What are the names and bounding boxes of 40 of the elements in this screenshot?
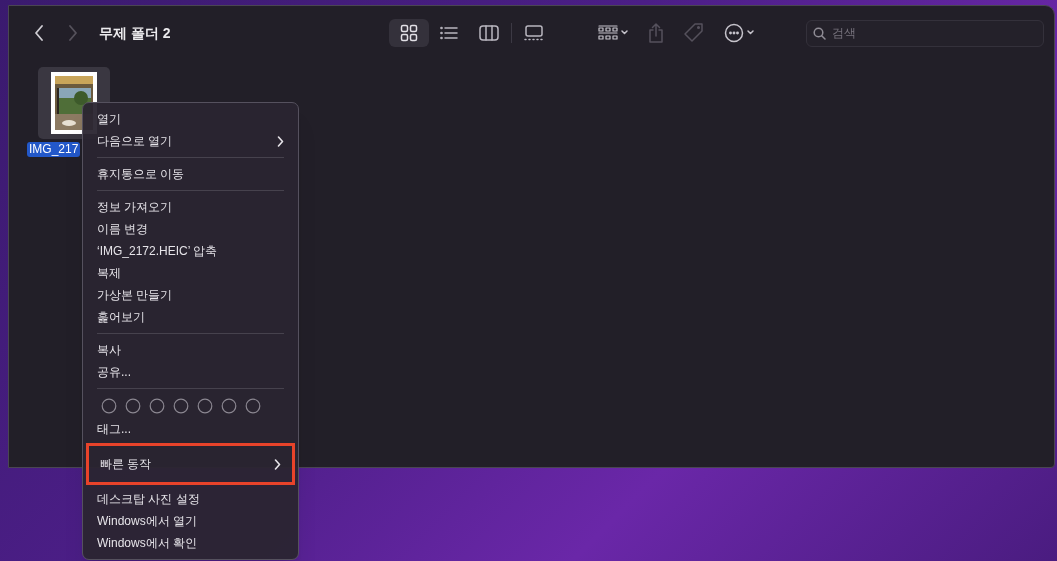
grid-icon <box>598 25 628 41</box>
menu-item[interactable]: 다음으로 열기 <box>88 130 293 152</box>
tag-circle-icon[interactable] <box>245 398 261 414</box>
file-name[interactable]: IMG_217 <box>27 142 81 157</box>
menu-item[interactable]: 공유... <box>88 361 293 383</box>
search-icon <box>813 26 826 40</box>
menu-item[interactable]: 휴지통으로 이동 <box>88 163 293 185</box>
menu-item[interactable]: 이름 변경 <box>88 218 293 240</box>
grid-icon <box>400 24 418 42</box>
tag-circle-icon[interactable] <box>221 398 237 414</box>
menu-item[interactable]: 빠른 동작 <box>91 453 290 475</box>
menu-item[interactable]: 복제 <box>88 262 293 284</box>
tag-circle-icon[interactable] <box>101 398 117 414</box>
chevron-right-icon <box>277 135 284 147</box>
menu-item[interactable]: 열기 <box>88 108 293 130</box>
search-field[interactable]: 검색 <box>806 19 1044 47</box>
chevron-right-icon <box>68 25 78 41</box>
gallery-icon <box>524 25 544 41</box>
list-icon <box>440 26 458 40</box>
tag-circle-icon[interactable] <box>173 398 189 414</box>
tag-circle-icon[interactable] <box>125 398 141 414</box>
chevron-right-icon <box>274 458 281 470</box>
share-icon <box>648 23 664 43</box>
window-title: 무제 폴더 2 <box>99 23 172 43</box>
chevron-left-icon <box>34 25 44 41</box>
tag-circle-icon[interactable] <box>197 398 213 414</box>
menu-item[interactable]: 복사 <box>88 339 293 361</box>
menu-item[interactable]: 훑어보기 <box>88 306 293 328</box>
view-button[interactable] <box>389 19 429 47</box>
tag-icon <box>684 23 704 43</box>
tag-circle-icon[interactable] <box>149 398 165 414</box>
menu-item[interactable]: 태그... <box>88 418 293 440</box>
menu-item[interactable]: 데스크탑 사진 설정 <box>88 488 293 510</box>
menu-item[interactable]: Windows에서 확인 <box>88 532 293 554</box>
more-icon <box>724 23 756 43</box>
menu-item[interactable]: 가상본 만들기 <box>88 284 293 306</box>
menu-item[interactable]: Windows에서 열기 <box>88 510 293 532</box>
menu-item[interactable]: ‘IMG_2172.HEIC’ 압축 <box>88 240 293 262</box>
columns-icon <box>479 25 499 41</box>
menu-item[interactable]: 정보 가져오기 <box>88 196 293 218</box>
